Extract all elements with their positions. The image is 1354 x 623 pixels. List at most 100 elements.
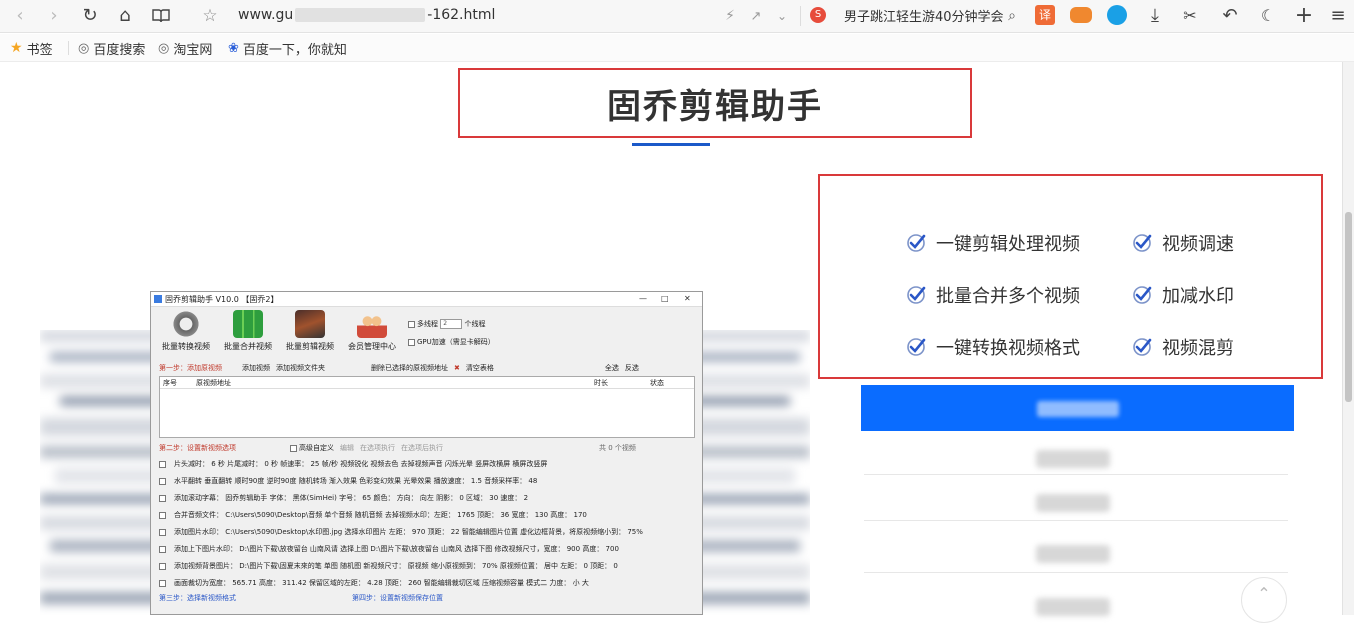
feature-label: 批量合并多个视频 bbox=[936, 286, 1080, 307]
download-button[interactable] bbox=[861, 385, 1294, 431]
divider bbox=[864, 474, 1288, 475]
download-icon[interactable]: ⤓ bbox=[1143, 4, 1167, 28]
features-highlight-box: 一键剪辑处理视频 视频调速 批量合并多个视频 加减水印 一键转换视频格式 视频混… bbox=[818, 174, 1323, 379]
step3-row: 第三步：选择新视频格式 第四步：设置新视频保存位置 bbox=[159, 592, 699, 604]
feature-item: 视频调速 bbox=[1132, 230, 1234, 256]
col-header: 时长 bbox=[594, 379, 608, 387]
feature-label: 视频调速 bbox=[1162, 234, 1234, 255]
option-text: 添加视频背景图片： D:\图片下载\固夏末來的笔 单图 随机图 新视频尺寸： 原… bbox=[174, 562, 618, 570]
title-underline bbox=[632, 143, 710, 146]
bookmark-item[interactable]: ❀ 百度一下，你就知 bbox=[228, 40, 347, 58]
option-row: 水平翻转 垂直翻转 顺时90度 逆时90度 随机转场 渐入效果 色彩变幻效果 光… bbox=[159, 475, 699, 487]
redacted-list-item[interactable] bbox=[1036, 545, 1110, 563]
redacted-list-item[interactable] bbox=[1036, 598, 1110, 616]
option-row: 添加滚动字幕： 固乔剪辑助手 字体： 黑体(SimHei) 字号： 65 颜色：… bbox=[159, 492, 699, 504]
favorite-star-icon[interactable]: ☆ bbox=[198, 4, 222, 28]
undo-icon[interactable]: ↶ bbox=[1218, 4, 1242, 28]
game-icon[interactable] bbox=[1070, 7, 1092, 23]
option-row: 合并音频文件： C:\Users\5090\Desktop\音频 单个音频 随机… bbox=[159, 509, 699, 521]
tool-convert: 批量转换视频 bbox=[156, 310, 216, 352]
users-icon bbox=[357, 310, 387, 338]
option-label: 编辑 bbox=[340, 444, 354, 452]
toolbar-label: 清空表格 bbox=[465, 364, 494, 372]
night-mode-icon[interactable]: ☾ bbox=[1256, 4, 1280, 28]
new-tab-icon[interactable]: + bbox=[1292, 4, 1316, 28]
back-to-top-button[interactable]: ⌃ bbox=[1241, 577, 1287, 623]
feature-item: 加减水印 bbox=[1132, 282, 1234, 308]
share-icon[interactable]: ↗ bbox=[744, 4, 768, 28]
option-label: 个线程 bbox=[464, 320, 486, 328]
lightning-icon[interactable]: ⚡ bbox=[718, 4, 742, 28]
step1-row: 第一步：添加原视频 添加视频 添加视频文件夹 删除已选择的原视频地址 ✖ 清空表… bbox=[159, 362, 699, 374]
chevron-down-icon[interactable]: ⌄ bbox=[770, 4, 794, 28]
globe-icon: ◎ bbox=[78, 40, 90, 56]
search-text: 男子跳江轻生游40分钟学会 bbox=[844, 10, 1004, 25]
scrollbar-thumb[interactable] bbox=[1345, 212, 1352, 402]
option-text: 片头减时： 6 秒 片尾减时： 0 秒 帧速率： 25 帧/秒 视频锐化 视频去… bbox=[174, 460, 548, 468]
toolbar-label: 删除已选择的原视频地址 bbox=[371, 364, 448, 372]
translate-icon[interactable]: 译 bbox=[1035, 5, 1055, 25]
check-icon bbox=[1133, 234, 1152, 252]
option-text: 水平翻转 垂直翻转 顺时90度 逆时90度 随机转场 渐入效果 色彩变幻效果 光… bbox=[174, 477, 538, 485]
divider bbox=[68, 41, 69, 55]
bookmark-label: 百度一下，你就知 bbox=[242, 42, 347, 58]
tool-label: 会员管理中心 bbox=[348, 342, 396, 351]
bookmark-item[interactable]: ◎ 淘宝网 bbox=[158, 40, 213, 58]
feature-item: 一键剪辑处理视频 bbox=[906, 230, 1080, 256]
bookmark-label: 淘宝网 bbox=[173, 42, 213, 58]
option-label: GPU加速（需显卡解码） bbox=[417, 338, 495, 346]
step-label: 第三步：选择新视频格式 bbox=[159, 594, 236, 602]
bookmark-item[interactable]: ★ 书签 bbox=[10, 40, 53, 58]
search-box[interactable]: 男子跳江轻生游40分钟学会 bbox=[844, 6, 1004, 27]
step-label: 第四步：设置新视频保存位置 bbox=[352, 594, 443, 602]
forward-icon[interactable]: › bbox=[42, 4, 66, 28]
globe-icon: ◎ bbox=[158, 40, 170, 56]
scissors-icon[interactable]: ✂ bbox=[1178, 4, 1202, 28]
check-icon bbox=[1133, 286, 1152, 304]
delete-x-icon: ✖ bbox=[454, 364, 460, 372]
maximize-icon: □ bbox=[661, 294, 669, 303]
gpu-option: GPU加速（需显卡解码） bbox=[408, 337, 495, 347]
table-header: 序号 原视频地址 时长 状态 bbox=[160, 377, 694, 389]
option-label: 在选项后执行 bbox=[401, 444, 443, 452]
option-text: 合并音频文件： C:\Users\5090\Desktop\音频 单个音频 随机… bbox=[174, 511, 587, 519]
film-reel-icon bbox=[171, 310, 201, 338]
bookmark-item[interactable]: ◎ 百度搜索 bbox=[78, 40, 145, 58]
title-highlight-box: 固乔剪辑助手 bbox=[458, 68, 972, 138]
video-count: 共 0 个视频 bbox=[599, 444, 636, 452]
video-table: 序号 原视频地址 时长 状态 bbox=[159, 376, 695, 438]
col-header: 状态 bbox=[650, 379, 664, 387]
feature-label: 一键转换视频格式 bbox=[936, 338, 1080, 359]
back-icon[interactable]: ‹ bbox=[8, 4, 32, 28]
tool-merge: 批量合并视频 bbox=[218, 310, 278, 352]
redacted-button-text bbox=[1037, 401, 1119, 417]
redacted-list-item[interactable] bbox=[1036, 450, 1110, 468]
feature-label: 视频混剪 bbox=[1162, 338, 1234, 359]
step-label: 第二步：设置新视频选项 bbox=[159, 444, 236, 452]
app-screenshot: 固乔剪辑助手 V10.0 【固乔2】 — □ ✕ 批量转换视频 批量合并视频 批… bbox=[150, 291, 703, 615]
option-label: 在选项执行 bbox=[360, 444, 395, 452]
option-text: 画面裁切为宽度： 565.71 高度： 311.42 保留区域的左距： 4.28… bbox=[174, 579, 589, 587]
chevron-up-icon: ⌃ bbox=[1257, 584, 1271, 603]
search-engine-icon[interactable]: S bbox=[810, 7, 826, 23]
address-bar[interactable]: www.gu -162.html bbox=[238, 7, 495, 25]
tool-label: 批量转换视频 bbox=[162, 342, 210, 351]
app-titlebar: 固乔剪辑助手 V10.0 【固乔2】 — □ ✕ bbox=[151, 292, 702, 307]
menu-icon[interactable]: ≡ bbox=[1326, 4, 1350, 28]
check-icon bbox=[907, 338, 926, 356]
toolbar-label: 添加视频文件夹 bbox=[276, 364, 325, 372]
infinity-icon[interactable] bbox=[1107, 5, 1127, 25]
search-icon[interactable]: ⌕ bbox=[1000, 4, 1024, 28]
toolbar-label: 添加视频 bbox=[242, 364, 270, 372]
reader-icon[interactable] bbox=[149, 4, 173, 28]
home-icon[interactable]: ⌂ bbox=[113, 4, 137, 28]
redacted-list-item[interactable] bbox=[1036, 494, 1110, 512]
bookmarks-bar: ★ 书签 ◎ 百度搜索 ◎ 淘宝网 ❀ 百度一下，你就知 bbox=[0, 34, 1354, 62]
option-text: 添加图片水印： C:\Users\5090\Desktop\水印图.jpg 选择… bbox=[174, 528, 643, 536]
tool-label: 批量合并视频 bbox=[224, 342, 272, 351]
option-row: 添加上下图片水印： D:\图片下载\放夜留台 山南风请 选择上图 D:\图片下载… bbox=[159, 543, 699, 555]
reload-icon[interactable]: ↻ bbox=[78, 4, 102, 28]
option-row: 添加图片水印： C:\Users\5090\Desktop\水印图.jpg 选择… bbox=[159, 526, 699, 538]
page-scrollbar[interactable] bbox=[1342, 62, 1354, 615]
option-row: 添加视频背景图片： D:\图片下载\固夏末來的笔 单图 随机图 新视频尺寸： 原… bbox=[159, 560, 699, 572]
